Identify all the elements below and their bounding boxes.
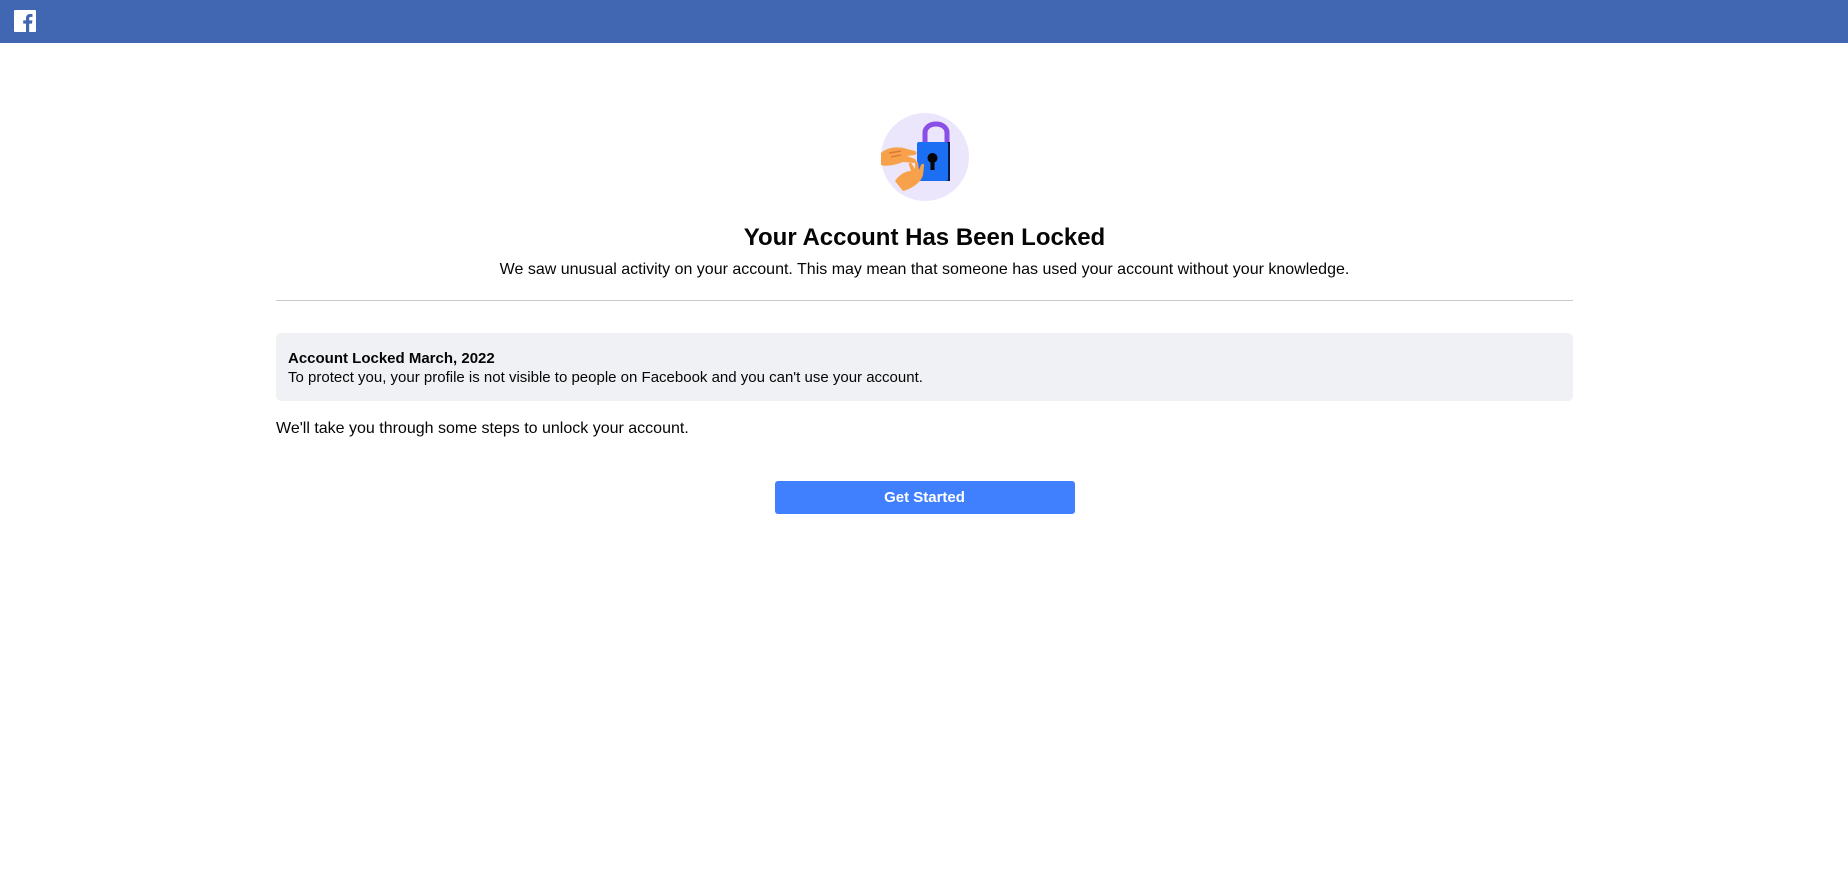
button-container: Get Started bbox=[276, 481, 1573, 514]
notice-body: To protect you, your profile is not visi… bbox=[288, 369, 923, 386]
get-started-button[interactable]: Get Started bbox=[774, 481, 1075, 514]
top-bar bbox=[0, 0, 1848, 43]
notice-title: Account Locked March, 2022 bbox=[288, 350, 495, 367]
page-subtitle: We saw unusual activity on your account.… bbox=[499, 261, 1350, 278]
facebook-logo-icon[interactable] bbox=[14, 10, 36, 32]
lock-notice-box: Account Locked March, 2022 To protect yo… bbox=[276, 333, 1573, 401]
steps-text: We'll take you through some steps to unl… bbox=[276, 420, 689, 437]
page-title: Your Account Has Been Locked bbox=[743, 224, 1106, 251]
main-content: Your Account Has Been Locked We saw unus… bbox=[276, 43, 1573, 514]
padlock-hands-illustration bbox=[880, 113, 969, 201]
divider bbox=[276, 300, 1573, 301]
